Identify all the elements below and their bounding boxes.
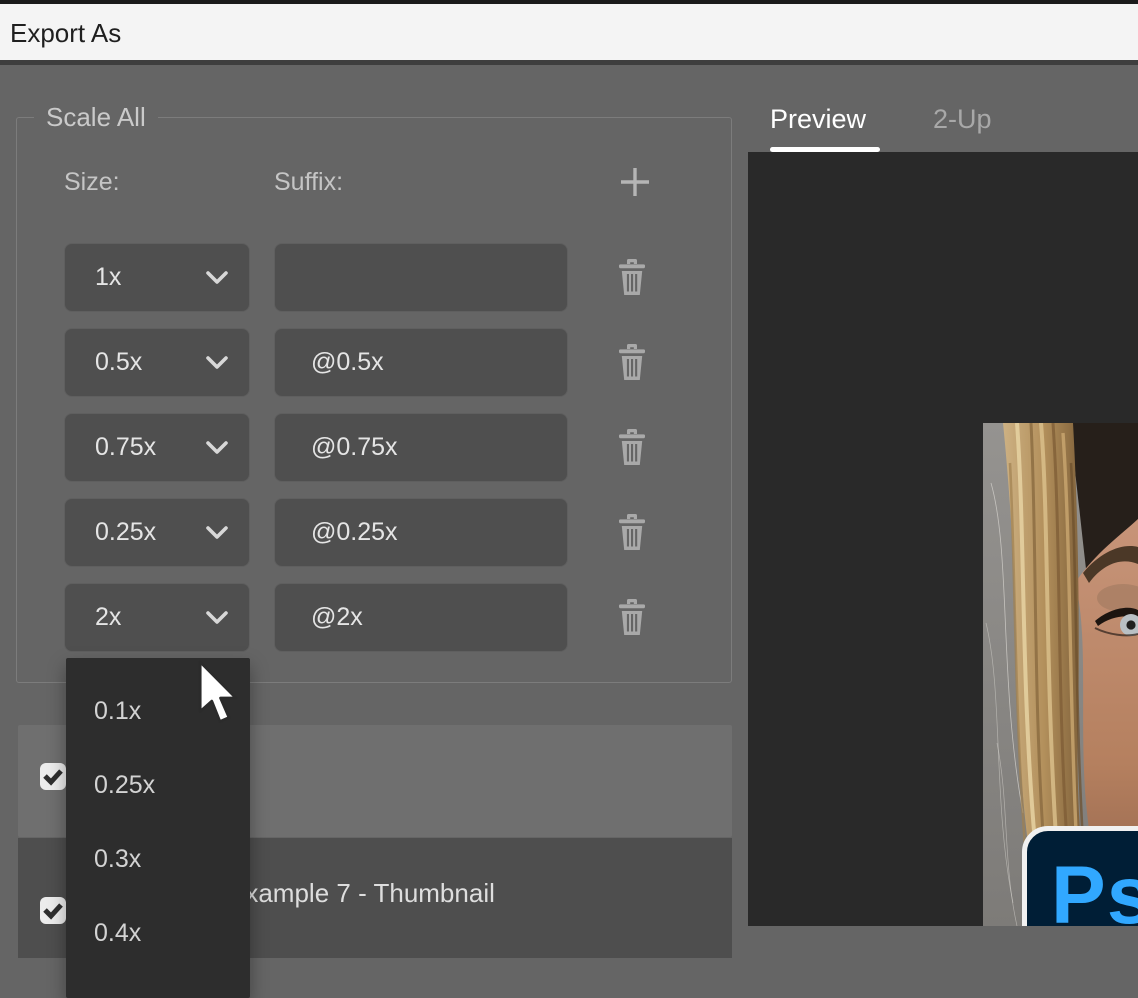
size-select-value: 2x [95, 584, 121, 651]
size-option[interactable]: 0.4x [66, 896, 250, 970]
size-select-value: 0.5x [95, 329, 142, 396]
titlebar-divider [0, 60, 1138, 65]
item-checkbox[interactable] [40, 763, 66, 790]
suffix-input[interactable] [275, 499, 567, 566]
size-select[interactable]: 2x [64, 583, 250, 652]
size-column-label: Size: [64, 168, 120, 197]
plus-icon [615, 162, 655, 202]
scale-all-legend: Scale All [34, 103, 158, 131]
suffix-input[interactable] [275, 329, 567, 396]
check-icon [41, 765, 65, 789]
mouse-cursor-icon [197, 660, 241, 726]
photoshop-logo-text: Ps [1051, 849, 1138, 926]
suffix-column-label: Suffix: [274, 168, 343, 197]
chevron-down-icon [205, 356, 229, 370]
chevron-down-icon [205, 441, 229, 455]
item-checkbox[interactable] [40, 897, 66, 924]
trash-icon [616, 258, 648, 296]
suffix-field-wrap [274, 583, 568, 652]
size-select[interactable]: 0.75x [64, 413, 250, 482]
item-name: Example 7 - Thumbnail [228, 878, 495, 909]
delete-scale-button[interactable] [616, 513, 652, 553]
preview-tabbar: Preview 2-Up [748, 96, 1138, 152]
trash-icon [616, 428, 648, 466]
check-icon [41, 899, 65, 923]
suffix-field-wrap [274, 328, 568, 397]
size-option[interactable]: 0.3x [66, 822, 250, 896]
delete-scale-button[interactable] [616, 598, 652, 638]
tab-2up[interactable]: 2-Up [933, 104, 992, 135]
size-select-value: 1x [95, 244, 121, 311]
trash-icon [616, 513, 648, 551]
chevron-down-icon [205, 611, 229, 625]
tab-preview[interactable]: Preview [770, 104, 866, 135]
size-option[interactable]: 0.25x [66, 748, 250, 822]
chevron-down-icon [205, 271, 229, 285]
suffix-field-wrap [274, 243, 568, 312]
size-select[interactable]: 0.5x [64, 328, 250, 397]
dialog-titlebar: Export As [0, 4, 1138, 60]
size-select-value: 0.75x [95, 414, 156, 481]
trash-icon [616, 598, 648, 636]
preview-panel: Ps [748, 152, 1138, 926]
suffix-field-wrap [274, 498, 568, 567]
delete-scale-button[interactable] [616, 428, 652, 468]
chevron-down-icon [205, 526, 229, 540]
add-scale-button[interactable] [615, 162, 655, 202]
size-select-value: 0.25x [95, 499, 156, 566]
suffix-input[interactable] [275, 414, 567, 481]
photoshop-logo: Ps [1022, 826, 1138, 926]
size-select[interactable]: 1x [64, 243, 250, 312]
dialog-title: Export As [10, 18, 121, 49]
suffix-field-wrap [274, 413, 568, 482]
suffix-input[interactable] [275, 244, 567, 311]
delete-scale-button[interactable] [616, 343, 652, 383]
delete-scale-button[interactable] [616, 258, 652, 298]
suffix-input[interactable] [275, 584, 567, 651]
trash-icon [616, 343, 648, 381]
size-select[interactable]: 0.25x [64, 498, 250, 567]
